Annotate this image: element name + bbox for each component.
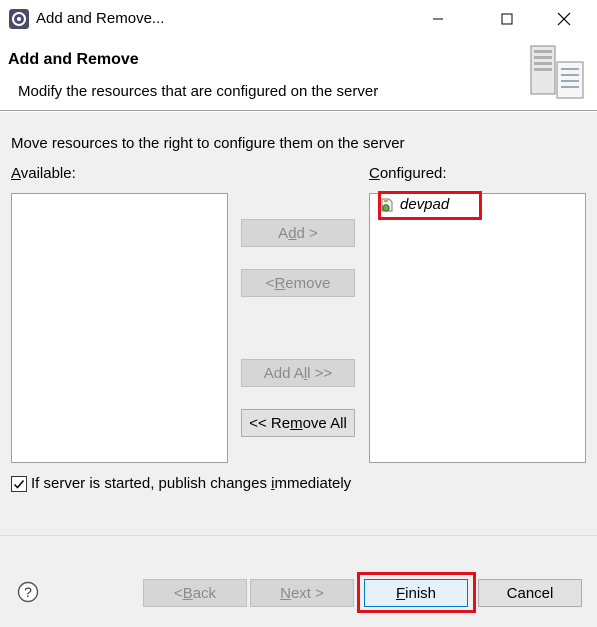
- next-button[interactable]: Next >: [250, 579, 354, 607]
- maximize-button[interactable]: [484, 0, 530, 38]
- highlight-finish: [357, 572, 476, 613]
- add-button[interactable]: Add >: [241, 219, 355, 247]
- instruction-text: Move resources to the right to configure…: [11, 135, 405, 152]
- configured-label: Configured:: [369, 165, 447, 182]
- banner-title: Add and Remove: [8, 51, 139, 68]
- close-button[interactable]: [541, 0, 587, 38]
- banner-description: Modify the resources that are configured…: [18, 83, 379, 100]
- server-banner-icon: [530, 45, 584, 99]
- footer-separator: [0, 535, 597, 536]
- help-icon[interactable]: ?: [17, 581, 39, 603]
- publish-checkbox[interactable]: [11, 476, 27, 492]
- configured-list[interactable]: [369, 193, 586, 463]
- available-label: Available:: [11, 165, 76, 182]
- cancel-button[interactable]: Cancel: [478, 579, 582, 607]
- add-all-button[interactable]: Add All >>: [241, 359, 355, 387]
- minimize-button[interactable]: [415, 0, 461, 38]
- maximize-icon: [501, 13, 513, 25]
- svg-text:?: ?: [24, 584, 32, 600]
- close-icon: [557, 12, 571, 26]
- publish-checkbox-label[interactable]: If server is started, publish changes im…: [31, 475, 351, 492]
- remove-all-button[interactable]: << Re m ove All: [241, 409, 355, 437]
- remove-button[interactable]: < Remove: [241, 269, 355, 297]
- checkmark-icon: [13, 480, 25, 489]
- eclipse-app-icon: [9, 9, 29, 29]
- window-title: Add and Remove...: [36, 10, 165, 27]
- back-button[interactable]: < Back: [143, 579, 247, 607]
- minimize-icon: [433, 18, 443, 20]
- highlight-devpad: [378, 191, 482, 220]
- banner-separator-highlight: [0, 111, 597, 112]
- available-list[interactable]: [11, 193, 228, 463]
